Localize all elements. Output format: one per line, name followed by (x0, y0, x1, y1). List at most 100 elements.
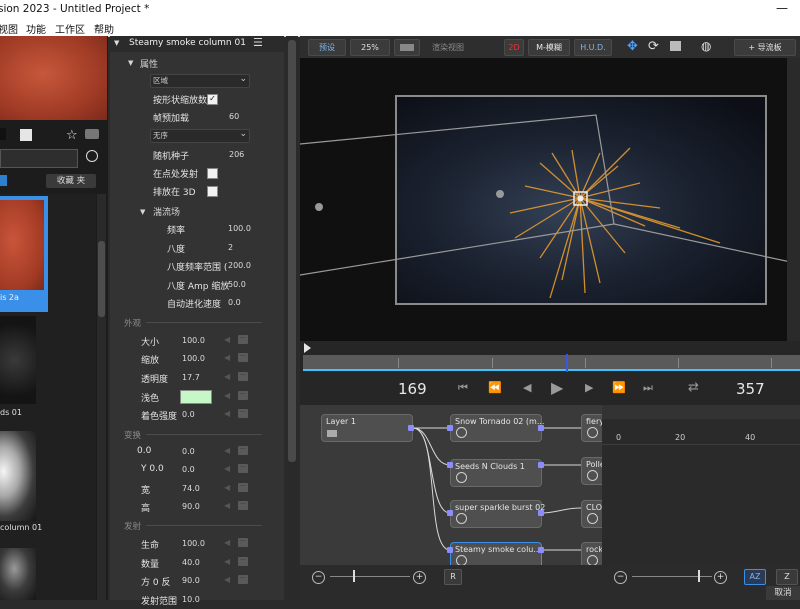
selected-preset[interactable]: is 2a (0, 196, 48, 312)
node-layer-1[interactable]: Layer 1 (321, 414, 413, 442)
input-port[interactable] (447, 547, 453, 553)
graph-zoom-thumb[interactable] (698, 570, 700, 582)
z-button[interactable]: Z (776, 569, 798, 585)
menu-view[interactable]: 视图 (0, 21, 18, 36)
graph-editor[interactable]: 0 20 40 (602, 405, 800, 565)
preset-button[interactable]: 预设 (308, 39, 346, 56)
properties-scrollbar[interactable] (286, 36, 298, 600)
input-port[interactable] (447, 425, 453, 431)
properties-scroll-thumb[interactable] (288, 40, 296, 462)
view-toggle[interactable] (0, 175, 7, 186)
rewind-icon[interactable]: ⏪ (488, 381, 502, 394)
more-icon[interactable]: ··· (238, 335, 248, 344)
library-search-input[interactable] (0, 149, 78, 168)
more-icon[interactable]: ··· (238, 391, 248, 400)
preset-thumbnail[interactable] (0, 431, 36, 521)
panel-menu-icon[interactable]: ☰ (253, 36, 263, 49)
zoom-out-icon[interactable]: − (312, 571, 325, 584)
output-port[interactable] (538, 425, 544, 431)
prop-value[interactable]: 100.0 (182, 336, 205, 345)
viewer-scrollbar[interactable] (787, 58, 800, 341)
order-select[interactable]: 无序 ⌄ (150, 129, 250, 143)
emit-at-points-checkbox[interactable] (207, 168, 218, 179)
input-port[interactable] (447, 510, 453, 516)
current-frame-field[interactable]: 169 (398, 380, 427, 398)
more-icon[interactable]: ··· (238, 501, 248, 510)
color-chip-black[interactable] (0, 128, 6, 140)
globe-icon[interactable]: ◍ (701, 39, 711, 53)
prop-value[interactable]: 100.0 (228, 224, 251, 233)
output-port[interactable] (538, 462, 544, 468)
tint-color-swatch[interactable] (180, 390, 212, 404)
more-icon[interactable]: ··· (238, 575, 248, 584)
layers-icon[interactable] (670, 41, 681, 51)
render-view-label[interactable]: 渲染视图 (432, 42, 464, 53)
menu-workspace[interactable]: 工作区 (55, 21, 85, 36)
clear-filter-icon[interactable] (86, 150, 98, 162)
color-chip-white[interactable] (20, 129, 32, 141)
graph-zoom-in-icon[interactable]: + (714, 571, 727, 584)
preset-thumbnail[interactable] (0, 316, 36, 404)
prop-value[interactable]: 60 (229, 112, 239, 121)
motion-blur-button[interactable]: M-模糊 (528, 39, 570, 56)
scale-by-shape-checkbox[interactable]: ✓ (207, 94, 218, 105)
collapse-icon[interactable]: ▼ (128, 59, 133, 67)
go-to-end-icon[interactable]: ⏭ (643, 381, 653, 395)
minimize-button[interactable]: — (776, 1, 788, 15)
cancel-button[interactable]: 取消 (766, 586, 800, 600)
prop-value[interactable]: 206 (229, 150, 244, 159)
more-icon[interactable]: ··· (238, 446, 248, 455)
node-snow-tornado[interactable]: Snow Tornado 02 (m... (450, 414, 544, 442)
more-icon[interactable]: ··· (238, 409, 248, 418)
more-icon[interactable]: ··· (238, 353, 248, 362)
output-port[interactable] (408, 425, 414, 431)
menu-function[interactable]: 功能 (26, 21, 46, 36)
go-to-start-icon[interactable]: ⏮ (458, 381, 468, 395)
move-icon[interactable]: ✥ (627, 39, 638, 54)
library-scroll-thumb[interactable] (98, 241, 105, 317)
preset-thumbnail-top[interactable] (0, 36, 107, 120)
camera-icon[interactable] (85, 129, 99, 139)
more-icon[interactable]: ··· (238, 372, 248, 381)
refresh-icon[interactable]: ⟳ (648, 39, 659, 54)
prop-value[interactable]: 50.0 (228, 280, 246, 289)
prop-value[interactable]: 200.0 (228, 261, 251, 270)
emit-3d-checkbox[interactable] (207, 186, 218, 197)
loop-icon[interactable]: ⇄ (688, 380, 699, 395)
menu-help[interactable]: 帮助 (94, 21, 114, 36)
node-zoom-thumb[interactable] (353, 570, 355, 582)
more-icon[interactable]: ··· (238, 483, 248, 492)
hud-button[interactable]: H.U.D. (574, 39, 612, 56)
zoom-in-icon[interactable]: + (413, 571, 426, 584)
collapse-icon[interactable]: ▼ (114, 39, 119, 47)
prop-value[interactable]: 100.0 (182, 354, 205, 363)
prop-value[interactable]: 74.0 (182, 484, 200, 493)
output-port[interactable] (538, 510, 544, 516)
prop-value[interactable]: 2 (228, 243, 233, 252)
end-frame-field[interactable]: 357 (736, 380, 765, 398)
reset-button[interactable]: R (444, 569, 462, 585)
step-back-icon[interactable]: ◀ (523, 381, 531, 394)
collapse-icon[interactable]: ▼ (140, 208, 145, 216)
node-super-sparkle-burst[interactable]: super sparkle burst 02 (450, 500, 545, 528)
node-editor[interactable]: Layer 1 Snow Tornado 02 (m... Seeds N Cl… (300, 405, 613, 570)
work-area-bar[interactable] (303, 369, 800, 371)
canvas-viewer[interactable] (299, 58, 800, 341)
zone-select[interactable]: 区域 ⌄ (150, 74, 250, 88)
prop-value[interactable]: 90.0 (182, 576, 200, 585)
play-range-start-icon[interactable] (304, 343, 311, 353)
sort-az-button[interactable]: AZ (744, 569, 766, 585)
more-icon[interactable]: ··· (238, 557, 248, 566)
mode-2d-button[interactable]: 2D (504, 39, 524, 56)
more-icon[interactable]: ··· (238, 464, 248, 473)
prop-value[interactable]: 100.0 (182, 539, 205, 548)
graph-zoom-slider[interactable] (632, 576, 712, 577)
zoom-select[interactable]: 25% (350, 39, 390, 56)
bookmark-button[interactable]: 收藏 夹 (46, 174, 96, 188)
prop-value[interactable]: 40.0 (182, 558, 200, 567)
star-icon[interactable]: ☆ (66, 128, 78, 143)
guides-button[interactable]: + 导流板 (734, 39, 796, 56)
prop-value[interactable]: 0.0 (182, 447, 195, 456)
prop-value[interactable]: 0.0 (182, 410, 195, 419)
prop-value[interactable]: 17.7 (182, 373, 200, 382)
